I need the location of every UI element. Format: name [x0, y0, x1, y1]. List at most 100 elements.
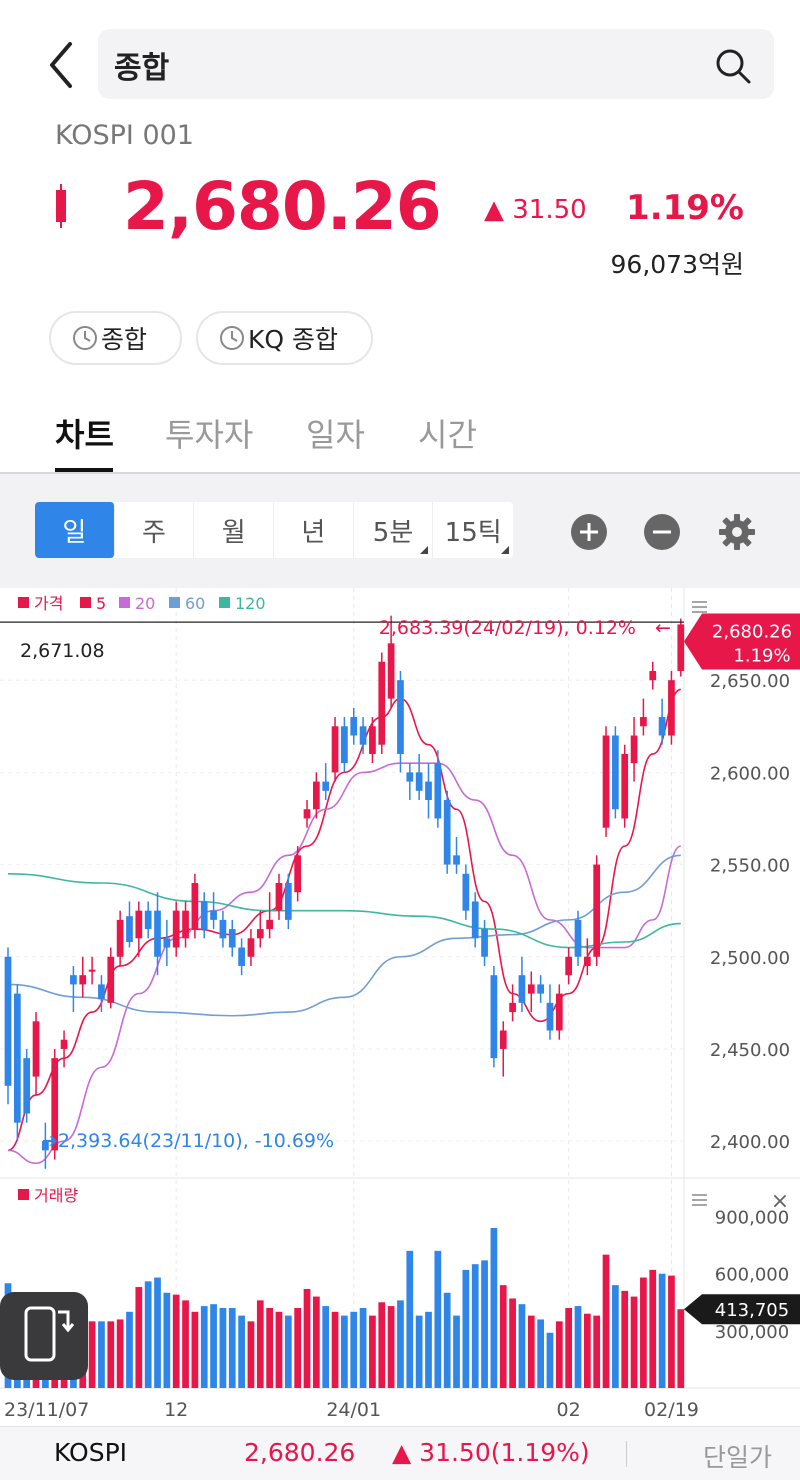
candle-body [331, 726, 339, 773]
period-day-button[interactable]: 일 [35, 502, 115, 558]
candle-body [341, 726, 348, 764]
candle-body [359, 726, 367, 745]
price-chart[interactable]: 2,650.00 2,600.00 2,550.00 2,500.00 2,450.00… [0, 588, 800, 1426]
zoom-out-icon[interactable] [643, 513, 681, 551]
legend-label: 5 [96, 594, 106, 613]
single-price-button[interactable]: 단일가 [703, 1438, 772, 1474]
candle-body [593, 864, 601, 957]
candle-body [378, 661, 386, 745]
volume-bar [369, 1315, 376, 1388]
volume-bar [490, 1228, 498, 1388]
candles [4, 615, 685, 1169]
tab-chart[interactable]: 차트 [55, 410, 114, 456]
back-button[interactable] [40, 38, 84, 92]
volume-bar [621, 1290, 629, 1388]
period-tick-button[interactable]: 15틱 [433, 502, 513, 558]
candle-body [32, 1021, 40, 1077]
candle-body [88, 969, 96, 972]
volume-bar [658, 1273, 666, 1388]
chart-area[interactable]: 2,650.00 2,600.00 2,550.00 2,500.00 2,450.00… [0, 588, 800, 1426]
period-year-button[interactable]: 년 [274, 502, 354, 558]
volume-bar [107, 1321, 115, 1388]
candle-body [238, 947, 245, 966]
y-tick-label: 2,600.00 [710, 763, 790, 784]
legend-label: 20 [135, 594, 155, 613]
candle-body [98, 984, 105, 1000]
volume-bar [471, 1264, 479, 1388]
candle-body [70, 975, 77, 985]
legend-swatch [18, 597, 29, 608]
volume-bar [546, 1332, 554, 1388]
volume-bar [668, 1275, 675, 1388]
screen-mode-button[interactable] [0, 1292, 88, 1380]
candle-body [640, 717, 647, 727]
volume-bar [98, 1321, 105, 1388]
period-label: 일 [62, 517, 87, 548]
candle-body [555, 993, 563, 1031]
trading-value: 96,073억원 [610, 250, 744, 279]
candle-body [565, 956, 573, 976]
x-tick-label: 02 [557, 1399, 581, 1421]
bottom-price: 2,680.26 [244, 1438, 356, 1467]
candle-body [387, 643, 395, 699]
candle-body [668, 680, 675, 736]
dropdown-corner-icon [420, 546, 429, 554]
candle-body [369, 726, 376, 754]
candle-body [322, 781, 330, 791]
search-icon[interactable] [714, 47, 752, 85]
active-tab-indicator [55, 468, 113, 472]
candle-body [284, 883, 292, 920]
related-index-chip-kosdaq[interactable]: KQ 종합 [196, 311, 373, 365]
candle-body [256, 929, 264, 939]
volume-bar [499, 1285, 507, 1388]
volume-bar [443, 1292, 451, 1388]
volume-bar [266, 1308, 274, 1388]
legend-swatch [169, 597, 180, 608]
search-input[interactable]: 종합 [98, 29, 774, 99]
y-tick-label: 2,400.00 [710, 1132, 790, 1153]
period-minute-button[interactable]: 5분 [354, 502, 434, 558]
volume-bar [219, 1308, 227, 1388]
gear-icon[interactable] [718, 513, 756, 551]
volume-tick-label: 600,000 [715, 1265, 789, 1286]
zoom-in-icon[interactable] [570, 513, 608, 551]
candle-body [219, 919, 227, 939]
volume-bar [163, 1292, 171, 1388]
up-candle-icon [56, 184, 66, 228]
candle-body [443, 800, 451, 865]
volume-bar [602, 1254, 610, 1388]
related-index-chip-kospi[interactable]: 종합 [49, 311, 182, 365]
legend-label: 60 [185, 594, 205, 613]
tab-investor[interactable]: 투자자 [165, 410, 253, 456]
candle-body [499, 1030, 507, 1049]
tab-bar: 차트 투자자 일자 시간 [0, 400, 800, 474]
current-volume-tag-value: 413,705 [715, 1300, 789, 1321]
volume-bar [126, 1311, 133, 1388]
y-tick-label: 2,650.00 [710, 671, 790, 692]
volume-bar [574, 1306, 582, 1388]
volume-bar [378, 1302, 386, 1388]
chevron-left-icon [50, 42, 72, 88]
volume-bar [88, 1321, 96, 1388]
volume-bar [462, 1269, 470, 1388]
candle-body [518, 975, 526, 1003]
candle-body [546, 1002, 554, 1031]
candle-body [406, 772, 414, 782]
candle-body [583, 956, 591, 966]
candle-body [649, 670, 657, 681]
volume-bar [331, 1311, 339, 1388]
legend-swatch [18, 1189, 29, 1200]
volume-bar [256, 1300, 264, 1388]
candle-body [397, 680, 404, 754]
candle-body [425, 781, 432, 801]
legend-label: 가격 [34, 594, 63, 613]
period-week-button[interactable]: 주 [115, 502, 195, 558]
tab-time[interactable]: 시간 [418, 410, 477, 456]
candle-body [453, 855, 460, 865]
tab-daily[interactable]: 일자 [306, 410, 365, 456]
volume-bar [593, 1315, 601, 1388]
divider [626, 1441, 627, 1467]
candle-body [135, 910, 143, 939]
bottom-quote-bar[interactable]: KOSPI 2,680.26 ▲ 31.50(1.19%) 단일가 [0, 1426, 800, 1480]
period-month-button[interactable]: 월 [194, 502, 275, 558]
